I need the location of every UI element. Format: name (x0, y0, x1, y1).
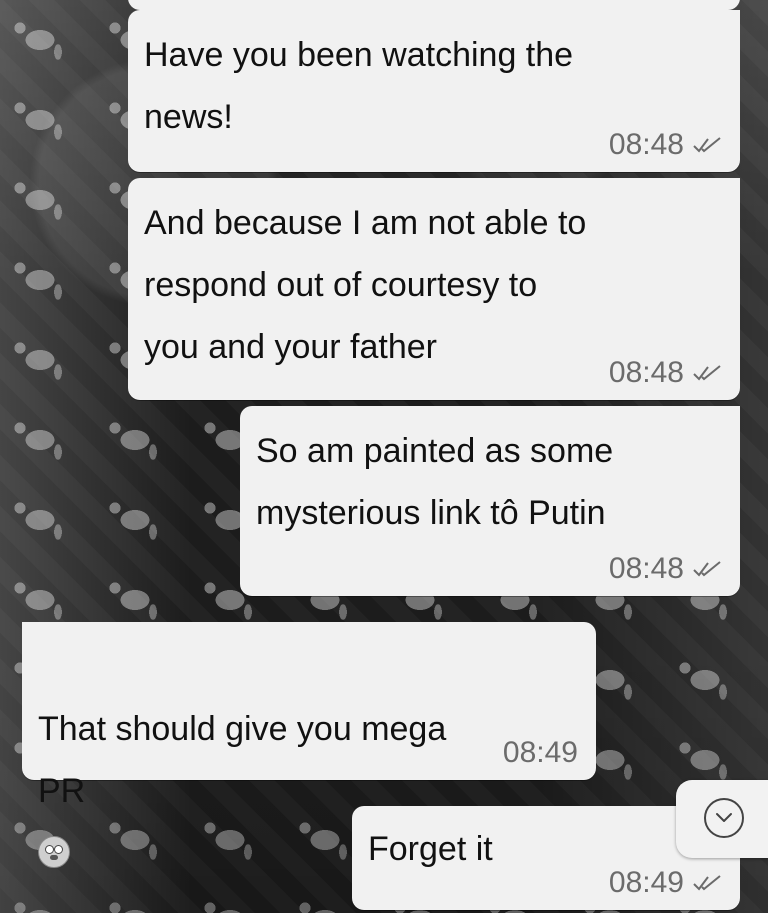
scroll-to-bottom-button[interactable] (676, 780, 768, 858)
previous-message-edge (128, 0, 740, 10)
message-meta: 08:48 (609, 128, 722, 162)
message-text: So am painted as some mysterious link tô… (256, 432, 614, 532)
message-text: And because I am not able to respond out… (144, 204, 587, 366)
message-meta: 08:48 (609, 552, 722, 586)
message-time: 08:49 (608, 866, 684, 899)
message-meta: 08:48 (609, 356, 722, 390)
double-check-icon (693, 875, 721, 891)
flushed-face-icon (38, 836, 70, 868)
message-text-content: That should give you mega PR (38, 710, 447, 810)
message-bubble[interactable]: Have you been watching the news! 08:48 (128, 10, 740, 172)
message-time: 08:49 (502, 736, 578, 769)
message-time: 08:48 (608, 356, 684, 389)
chevron-down-circle-icon (704, 798, 744, 838)
message-bubble[interactable]: So am painted as some mysterious link tô… (240, 406, 740, 596)
double-check-icon (693, 365, 721, 381)
message-bubble[interactable]: That should give you mega PR 08:49 (22, 622, 596, 868)
message-meta: 08:49 (609, 866, 722, 900)
message-time: 08:48 (608, 552, 684, 585)
message-meta: 08:49 (503, 736, 578, 770)
message-time: 08:48 (608, 128, 684, 161)
message-bubble[interactable]: And because I am not able to respond out… (128, 178, 740, 400)
double-check-icon (693, 561, 721, 577)
double-check-icon (693, 137, 721, 153)
